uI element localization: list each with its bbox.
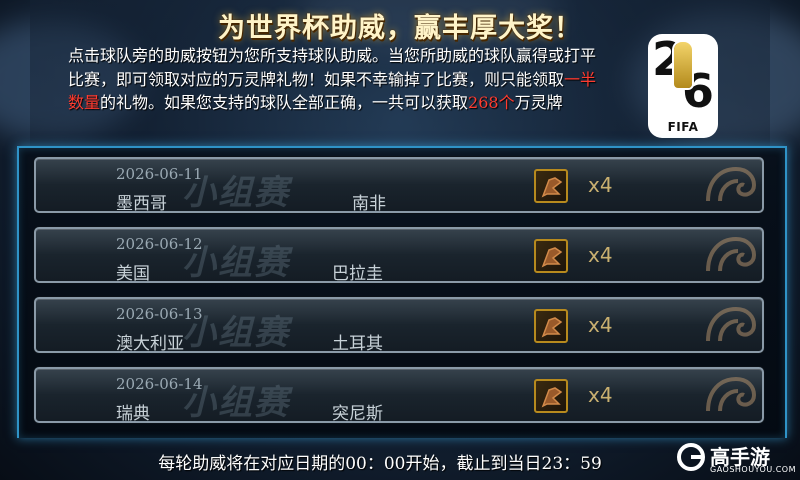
event-description: 点击球队旁的助威按钮为您所支持球队助威。当您所助威的球队赢得或打平比赛，即可领取…: [68, 44, 598, 115]
match-date: 2026-06-11: [116, 165, 203, 183]
team-a-name: 美国: [116, 264, 150, 283]
team-b-name: 突尼斯: [332, 404, 383, 423]
cheer-button[interactable]: [700, 371, 760, 419]
reward-count: x4: [588, 243, 613, 267]
team-b-name: 巴拉圭: [332, 264, 383, 283]
reward-count: x4: [588, 173, 613, 197]
match-row: 小组赛 2026-06-14 瑞典 突尼斯 x4: [34, 367, 764, 423]
fifa-world-cup-logo: 2 6 FIFA: [648, 34, 718, 138]
match-date: 2026-06-14: [116, 375, 203, 393]
wanling-card-reward-icon: [534, 379, 568, 413]
reward-count: x4: [588, 313, 613, 337]
description-text: 万灵牌: [514, 93, 563, 112]
match-row: 小组赛 2026-06-12 美国 巴拉圭 x4: [34, 227, 764, 283]
team-a-name: 墨西哥: [116, 194, 167, 213]
match-date: 2026-06-13: [116, 305, 203, 323]
description-highlight: 268个: [468, 93, 515, 112]
team-b-name: 南非: [352, 194, 386, 213]
match-date: 2026-06-12: [116, 235, 203, 253]
brand-logo-icon: [677, 443, 705, 471]
match-row: 小组赛 2026-06-11 墨西哥 南非 x4: [34, 157, 764, 213]
team-a-name: 瑞典: [116, 404, 150, 423]
brand-url: GAOSHOUYOU.COM: [710, 465, 797, 474]
match-row: 小组赛 2026-06-13 澳大利亚 土耳其 x4: [34, 297, 764, 353]
cheer-button[interactable]: [700, 161, 760, 209]
brand-watermark: 高手游 GAOSHOUYOU.COM: [676, 440, 796, 478]
world-cup-trophy-icon: [674, 42, 692, 88]
team-a-name: 澳大利亚: [116, 334, 184, 353]
description-text: 的礼物。如果您支持的球队全部正确，一共可以获取: [100, 93, 469, 112]
description-text: 点击球队旁的助威按钮为您所支持球队助威。当您所助威的球队赢得或打平比赛，即可领取…: [68, 46, 597, 89]
cheer-button[interactable]: [700, 231, 760, 279]
wanling-card-reward-icon: [534, 239, 568, 273]
logo-text: FIFA: [667, 120, 699, 134]
team-b-name: 土耳其: [332, 334, 383, 353]
wanling-card-reward-icon: [534, 309, 568, 343]
reward-count: x4: [588, 383, 613, 407]
cheer-button[interactable]: [700, 301, 760, 349]
wanling-card-reward-icon: [534, 169, 568, 203]
